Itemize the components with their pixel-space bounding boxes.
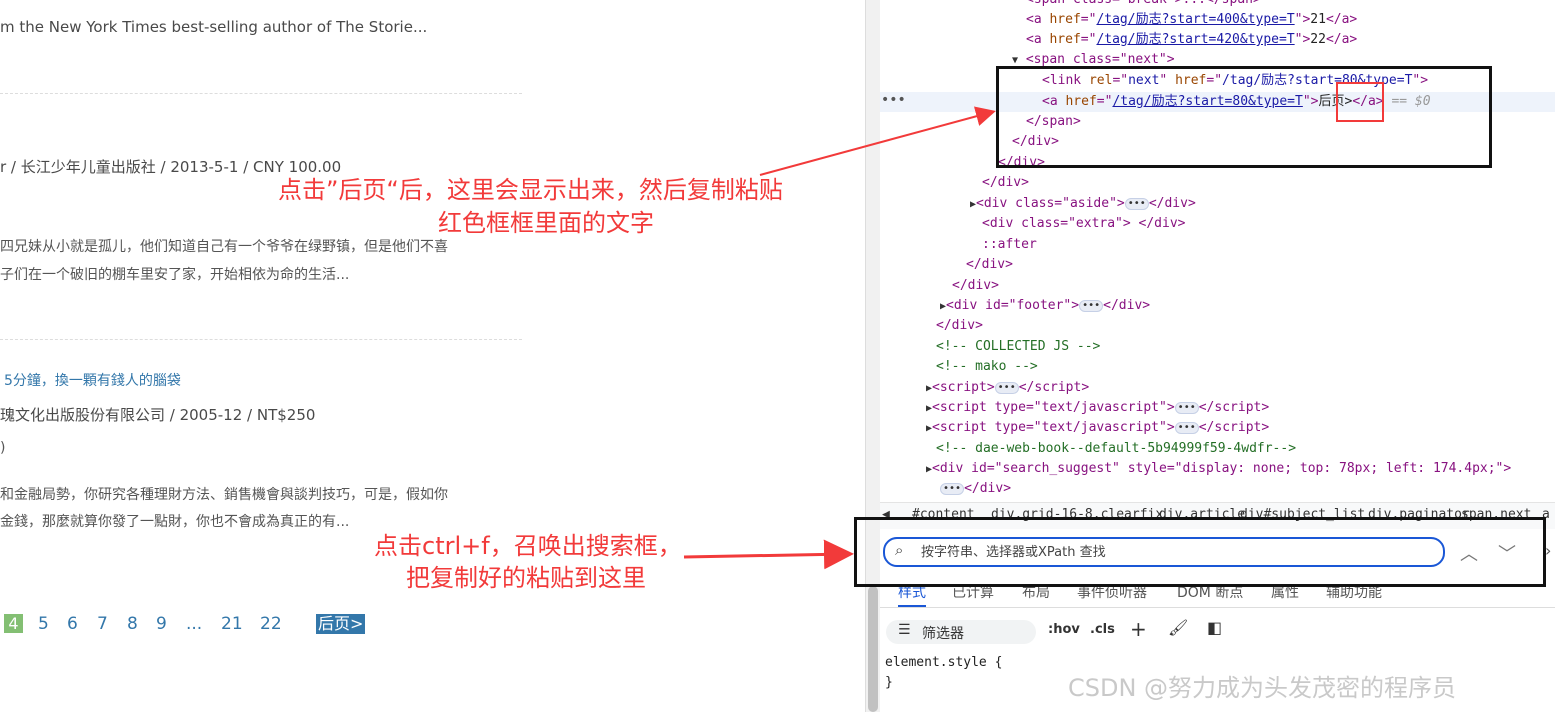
filter-input[interactable]: ☰ 筛选器 bbox=[886, 620, 1036, 644]
ellipsis-icon: ••• bbox=[1124, 197, 1149, 210]
add-rule-icon[interactable]: + bbox=[1130, 617, 1147, 641]
paginator-page[interactable]: 6 bbox=[67, 614, 78, 634]
book-rating: ) bbox=[0, 440, 6, 456]
ellipsis-icon: ••• bbox=[1079, 299, 1104, 312]
dom-node[interactable]: <a href="/tag/励志?start=400&type=T">21</a… bbox=[1026, 10, 1357, 30]
dom-node[interactable]: </div> bbox=[982, 173, 1029, 193]
filter-icon: ☰ bbox=[898, 622, 911, 638]
dom-node[interactable]: <div class="extra"> </div> bbox=[982, 214, 1186, 234]
highlight-box-red bbox=[1336, 82, 1384, 122]
dom-node[interactable]: </div> bbox=[936, 316, 983, 336]
ellipsis-icon: ••• bbox=[1174, 421, 1199, 434]
book-summary: m the New York Times best-selling author… bbox=[0, 18, 428, 36]
watermark: CSDN @努力成为头发茂密的程序员 bbox=[1068, 674, 1457, 702]
dom-node[interactable]: ::after bbox=[982, 235, 1037, 255]
dom-node[interactable]: ▶<div id="search_suggest" style="display… bbox=[926, 459, 1511, 479]
paginator-page[interactable]: 9 bbox=[156, 614, 167, 634]
annotation-text: 点击”后页“后，这里会显示出来，然后复制粘贴 bbox=[278, 176, 783, 204]
book-title-link[interactable]: 5分鐘，換一顆有錢人的腦袋 bbox=[4, 370, 181, 390]
dom-comment[interactable]: <!-- COLLECTED JS --> bbox=[936, 337, 1100, 357]
styles-pane: element.style { } bbox=[885, 655, 1002, 690]
dom-comment[interactable]: <!-- mako --> bbox=[936, 357, 1038, 377]
paginator-page[interactable]: 8 bbox=[127, 614, 138, 634]
paginator-page[interactable]: 21 bbox=[221, 614, 243, 634]
annotation-text: 点击ctrl+f，召唤出搜索框， bbox=[374, 532, 682, 560]
collapse-triangle-icon: ▼ bbox=[1012, 55, 1019, 66]
divider bbox=[0, 93, 522, 94]
paginator-ellipsis: ... bbox=[186, 614, 203, 634]
book-desc: 和金融局勢，你研究各種理財方法、銷售機會與談判技巧，可是，假如你 bbox=[0, 487, 448, 503]
styles-toolbar: ☰ 筛选器 :hov .cls + 🖌 ◧ bbox=[880, 612, 1555, 650]
ellipsis-icon: ••• bbox=[1174, 401, 1199, 414]
dom-node[interactable]: ▶<script type="text/javascript"> ••• </scr… bbox=[926, 398, 1269, 418]
sidebar-toggle-icon[interactable]: ◧ bbox=[1207, 618, 1222, 637]
cls-button[interactable]: .cls bbox=[1090, 622, 1115, 637]
highlight-box-code bbox=[996, 66, 1492, 168]
book-desc: 子们在一个破旧的棚车里安了家，开始相依为命的生活... bbox=[0, 267, 350, 283]
ellipsis-icon: ••• bbox=[994, 381, 1019, 394]
style-rule-close: } bbox=[885, 675, 893, 690]
dom-node[interactable]: ••• </div> bbox=[940, 479, 1011, 499]
dom-node[interactable]: <span class="break">...</span> bbox=[1026, 0, 1261, 10]
book-desc: 四兄妹从小就是孤儿，他们知道自己有一个爷爷在绿野镇，但是他们不喜 bbox=[0, 239, 448, 255]
book-meta: 瑰文化出版股份有限公司 / 2005-12 / NT$250 bbox=[0, 406, 316, 424]
highlight-box-search bbox=[854, 517, 1546, 587]
dom-node[interactable]: </div> bbox=[952, 276, 999, 296]
dom-node[interactable]: </div> bbox=[966, 255, 1013, 275]
dom-comment[interactable]: <!-- dae-web-book--default-5b94999f59-4w… bbox=[936, 439, 1296, 459]
dom-node[interactable]: ▶<div class="aside"> ••• </div> bbox=[970, 194, 1196, 214]
hov-button[interactable]: :hov bbox=[1048, 622, 1080, 637]
divider bbox=[0, 339, 522, 340]
paint-brush-icon[interactable]: 🖌 bbox=[1168, 618, 1188, 637]
paginator-current-page: 4 bbox=[4, 614, 23, 633]
href-link[interactable]: /tag/励志?start=420&type=T bbox=[1096, 32, 1294, 47]
annotation-text: 红色框框里面的文字 bbox=[438, 209, 654, 237]
paginator-page[interactable]: 7 bbox=[97, 614, 108, 634]
annotation-text: 把复制好的粘贴到这里 bbox=[406, 564, 646, 592]
style-rule[interactable]: element.style { bbox=[885, 655, 1002, 670]
book-desc: 金錢，那麼就算你發了一點財，你也不會成為真正的有... bbox=[0, 514, 350, 530]
paginator-page[interactable]: 22 bbox=[260, 614, 282, 634]
dom-node[interactable]: ▶<div id="footer"> ••• </div> bbox=[940, 296, 1150, 316]
dom-node[interactable]: ▶<script type="text/javascript"> ••• </scr… bbox=[926, 418, 1269, 438]
scrollbar-thumb[interactable] bbox=[868, 586, 878, 712]
dom-node[interactable]: <a href="/tag/励志?start=420&type=T">22</a… bbox=[1026, 30, 1357, 50]
paginator-next-button[interactable]: 后页> bbox=[316, 614, 366, 634]
href-link[interactable]: /tag/励志?start=400&type=T bbox=[1096, 12, 1294, 27]
dom-node[interactable]: ▶<script> ••• </script> bbox=[926, 378, 1089, 398]
ellipsis-icon: ••• bbox=[940, 482, 965, 495]
book-list-page: m the New York Times best-selling author… bbox=[0, 0, 865, 712]
paginator-page[interactable]: 5 bbox=[38, 614, 49, 634]
